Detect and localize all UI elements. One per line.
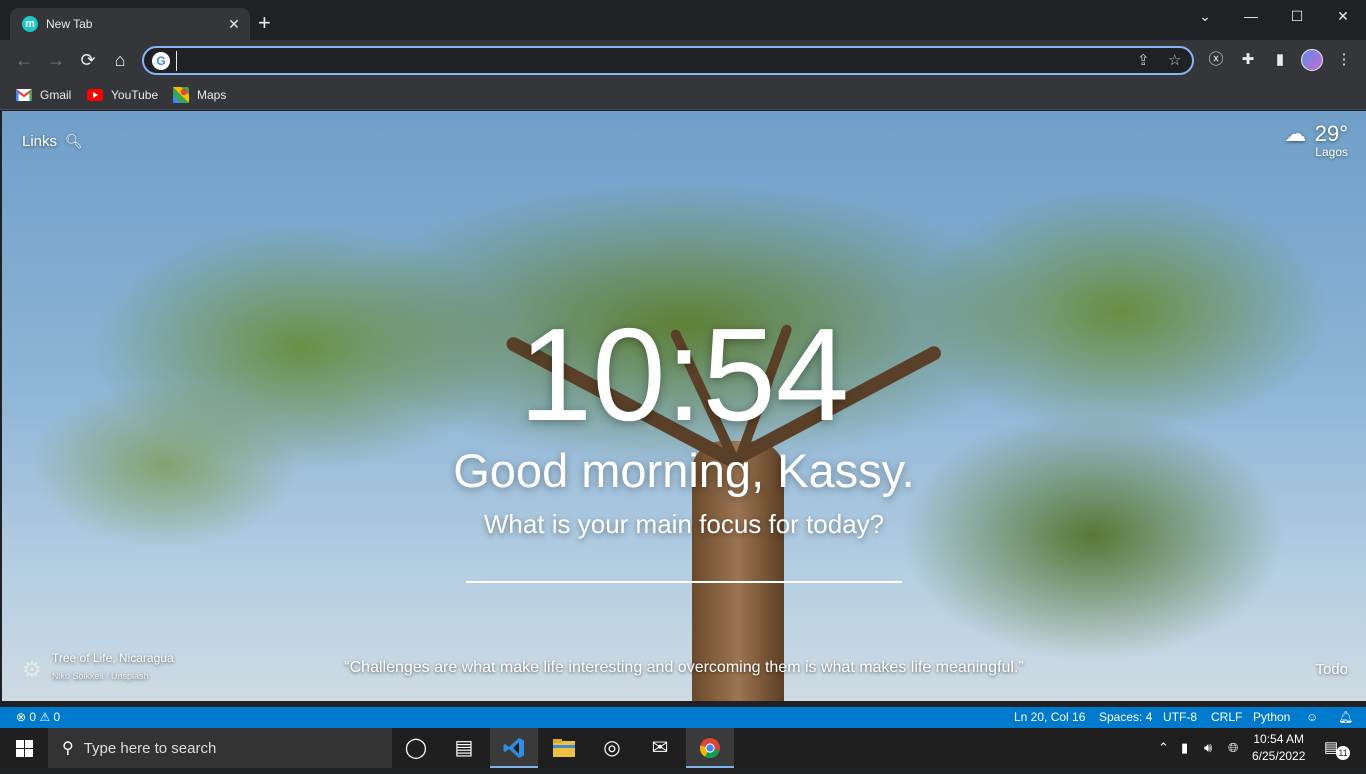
network-icon[interactable]: 🌐︎ [1228,740,1238,756]
momentum-dashboard: Links 🔍︎ ☁︎ 29° Lagos 10:54 Good morning… [2,111,1366,701]
back-button[interactable]: ← [12,48,36,72]
links-button[interactable]: Links 🔍︎ [22,133,83,150]
tab-strip: m New Tab ✕ + ⌄ — ☐ ✕ [0,0,1366,40]
cursor-position[interactable]: Ln 20, Col 16 [1014,710,1085,724]
reload-button[interactable]: ⟳ [76,48,100,72]
language-mode[interactable]: Python [1253,710,1290,724]
warning-icon: ⚠︎ [39,710,51,724]
notifications-bell-icon[interactable]: 🔔︎ [1338,710,1353,724]
taskbar-date: 6/25/2022 [1252,749,1306,763]
tab-new-tab[interactable]: m New Tab ✕ [10,8,250,40]
home-button[interactable]: ⌂ [108,48,132,72]
focus-input[interactable] [466,551,902,583]
action-center-icon[interactable]: ▤ 11 [1324,738,1350,760]
greeting: Good morning, Kassy. [453,444,915,497]
forward-button[interactable]: → [44,48,68,72]
editor-status-bar: ⊗ 0 ⚠︎ 0 Ln 20, Col 16 Spaces: 4 UTF-8 C… [0,707,1366,728]
error-icon: ⊗ [16,710,27,724]
file-explorer-icon[interactable] [540,728,588,768]
media-app-icon[interactable]: ◎ [588,728,636,768]
window-close-button[interactable]: ✕ [1320,4,1366,28]
taskbar-search-placeholder: Type here to search [83,739,217,757]
taskbar-clock[interactable]: 10:54 AM 6/25/2022 [1252,731,1305,765]
share-icon[interactable]: ⇪ [1137,51,1150,69]
windows-start-icon[interactable] [0,728,48,768]
todo-button[interactable]: Todo [1315,661,1348,678]
search-icon[interactable]: 🔍︎ [65,133,83,150]
problems-indicator[interactable]: ⊗ 0 ⚠︎ 0 [16,710,60,724]
weather-temperature: 29° [1314,121,1348,146]
tab-search-button[interactable]: ⌄ [1182,4,1228,28]
gmail-icon [16,89,32,101]
bookmark-label: YouTube [111,88,159,102]
maps-icon [173,87,189,103]
indentation[interactable]: Spaces: 4 [1099,710,1152,724]
bookmark-youtube[interactable]: YouTube [87,85,158,105]
daily-quote: “Challenges are what make life interesti… [344,659,1024,676]
clock: 10:54 [518,301,850,448]
line-ending[interactable]: CRLF [1211,710,1242,724]
momentum-favicon-icon: m [22,16,38,32]
task-view-icon[interactable]: ▤ [440,728,488,768]
bookmark-label: Gmail [40,88,72,102]
vscode-icon[interactable] [490,728,538,768]
google-icon: G [152,52,170,70]
extensions-icon[interactable]: ✚ [1238,50,1258,70]
tab-title: New Tab [46,17,93,31]
maximize-button[interactable]: ☐ [1274,4,1320,28]
minimize-button[interactable]: — [1228,4,1274,28]
warning-count: 0 [53,710,61,724]
encoding[interactable]: UTF-8 [1163,710,1197,724]
tab-close-icon[interactable]: ✕ [226,16,242,33]
browser-toolbar: ← → ⟳ ⌂ G ⇪ ☆ ⓧ ✚ ▮ ⋮ [0,40,1366,80]
volume-icon[interactable]: 🔊︎ [1204,740,1212,756]
chrome-icon[interactable] [686,728,734,768]
bookmark-gmail[interactable]: Gmail [16,85,71,105]
weather-widget[interactable]: ☁︎ 29° Lagos [1284,121,1348,159]
show-hidden-icons-icon[interactable]: ⌃ [1158,740,1169,756]
cortana-icon[interactable]: ◯ [392,728,440,768]
battery-icon[interactable]: ▮ [1181,740,1188,756]
profile-avatar[interactable] [1301,49,1323,71]
bookmark-label: Maps [197,88,227,102]
menu-icon[interactable]: ⋮ [1334,50,1354,70]
windows-taskbar: ⚲ Type here to search ◯ ▤ ◎ ✉︎ ⌃ ▮ 🔊︎ 🌐︎… [0,728,1366,768]
weather-location: Lagos [1315,145,1348,159]
extension-x-icon[interactable]: ⓧ [1206,50,1226,70]
new-tab-button[interactable]: + [258,12,271,34]
error-count: 0 [29,710,37,724]
focus-question: What is your main focus for today? [483,509,885,539]
bookmark-maps[interactable]: Maps [173,85,226,105]
side-panel-icon[interactable]: ▮ [1270,50,1290,70]
bookmark-star-icon[interactable]: ☆ [1168,51,1181,69]
notification-count: 11 [1336,746,1350,760]
address-bar[interactable]: G ⇪ ☆ [142,46,1194,75]
search-icon: ⚲ [62,740,74,757]
bookmarks-bar: Gmail YouTube Maps [0,80,1366,110]
feedback-icon[interactable]: ☺ [1306,710,1318,724]
taskbar-time: 10:54 AM [1253,732,1305,746]
taskbar-search-box[interactable]: ⚲ Type here to search [48,728,392,768]
links-label: Links [22,133,58,150]
youtube-icon [87,89,103,101]
partly-cloudy-icon: ☁︎ [1284,121,1307,146]
address-input[interactable] [176,51,1076,71]
mail-icon[interactable]: ✉︎ [636,728,684,768]
